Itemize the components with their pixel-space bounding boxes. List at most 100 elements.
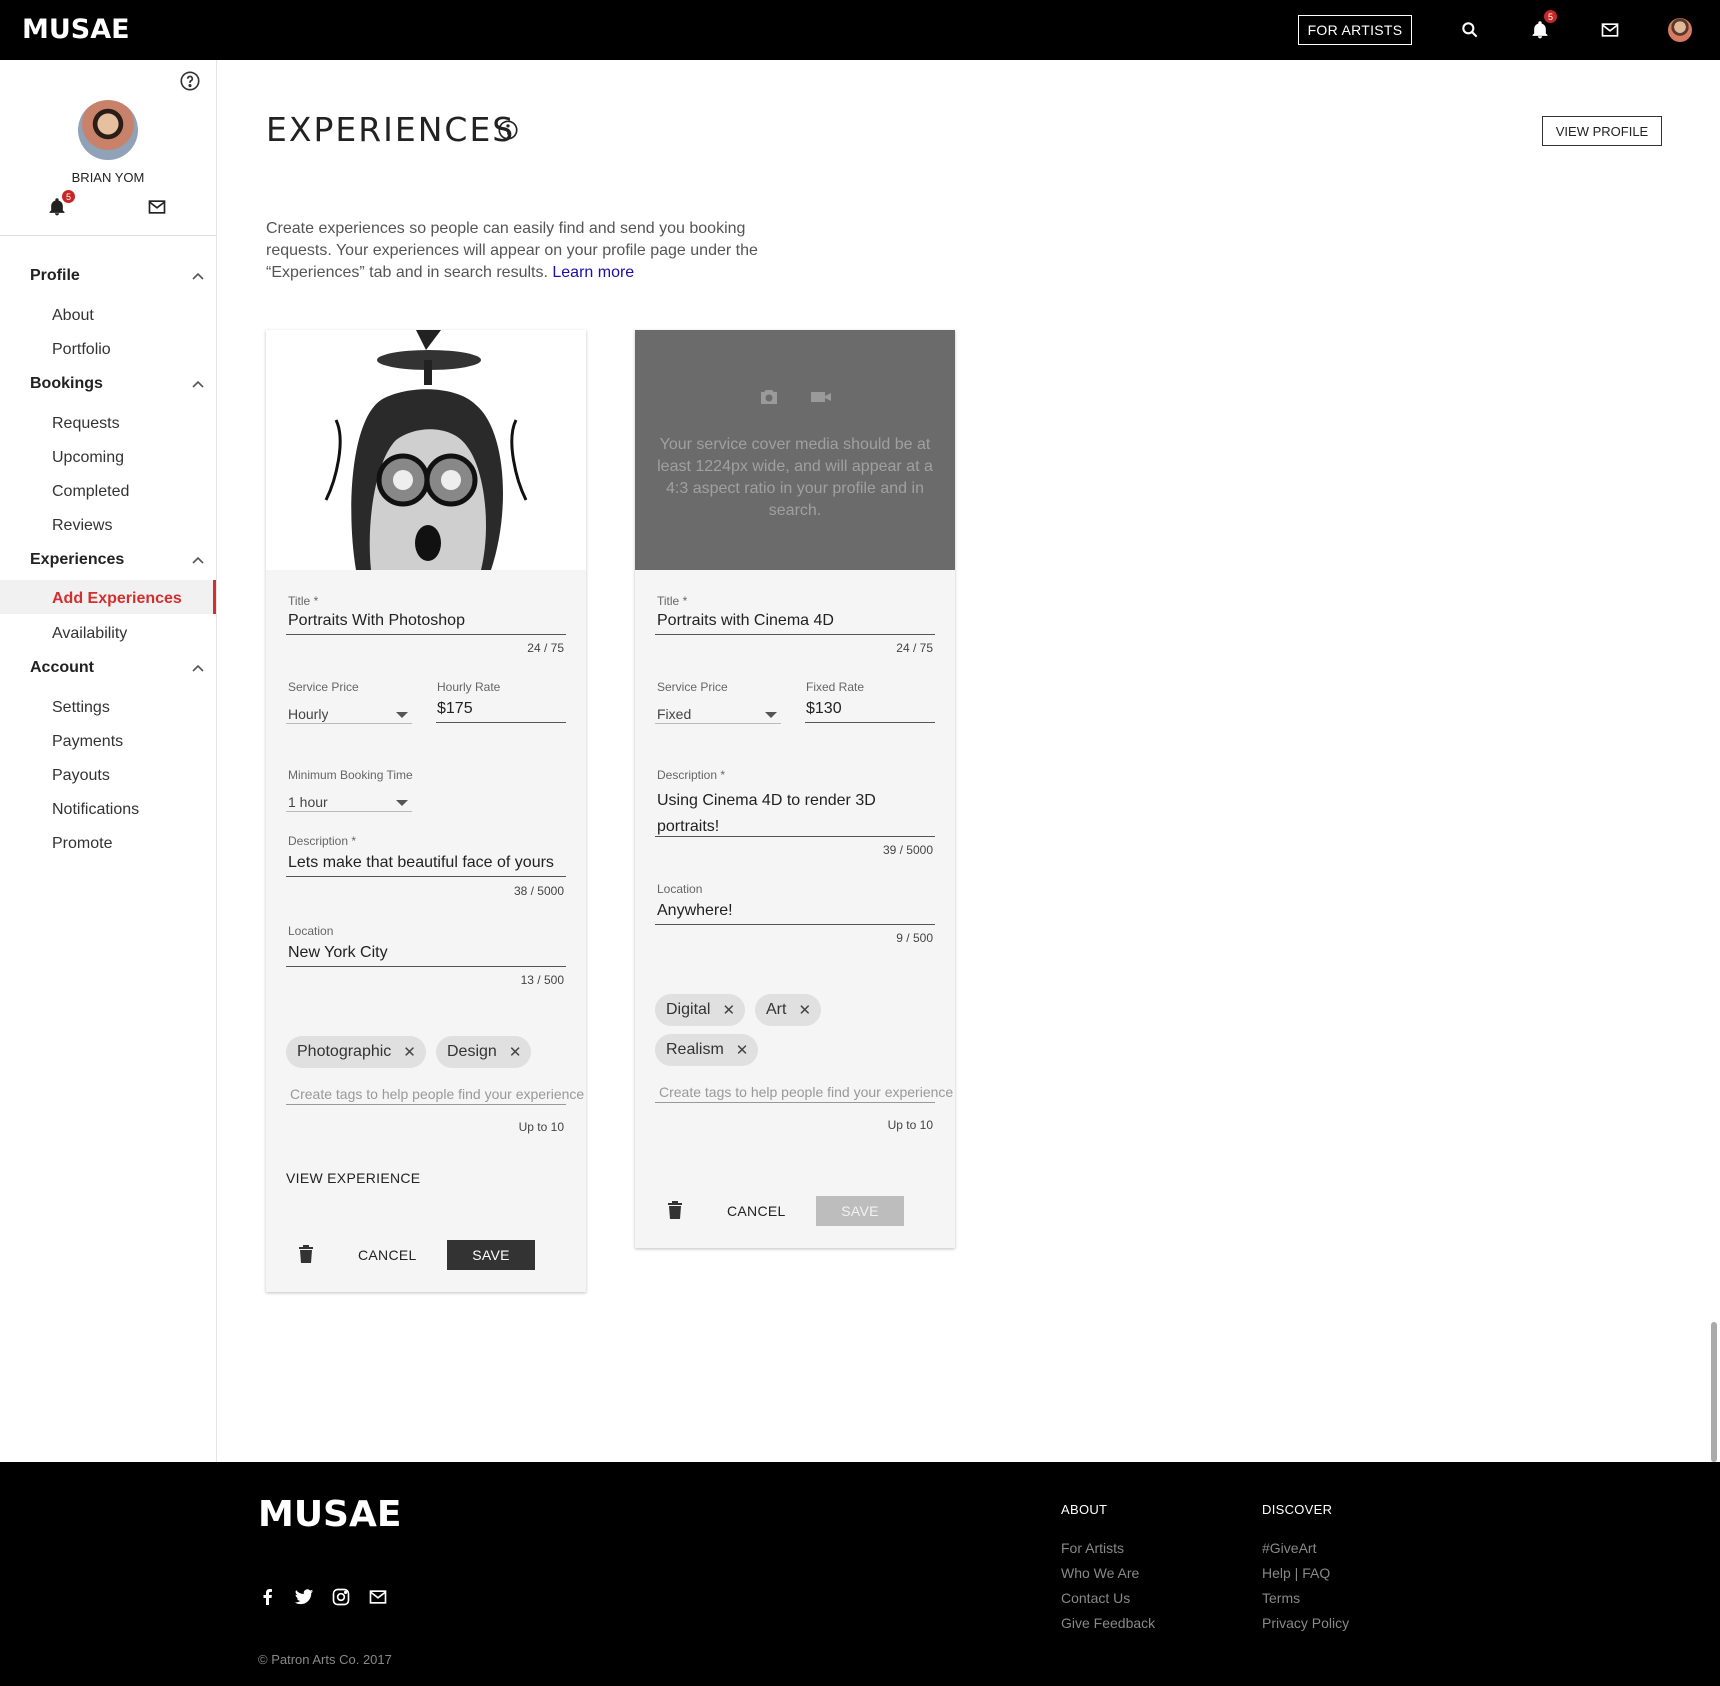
tag-chip[interactable]: Realism ✕: [655, 1034, 759, 1066]
location-input[interactable]: New York City: [288, 944, 564, 962]
footer-logo[interactable]: MUSAE: [258, 1494, 401, 1535]
page-scrollbar[interactable]: [1711, 1322, 1717, 1462]
nav-section-experiences[interactable]: Experiences: [30, 551, 124, 569]
save-button[interactable]: SAVE: [447, 1240, 535, 1270]
close-icon[interactable]: ✕: [798, 1001, 811, 1019]
view-profile-button[interactable]: VIEW PROFILE: [1542, 116, 1662, 146]
cover-media-hint: Your service cover media should be at le…: [657, 436, 933, 519]
twitter-icon[interactable]: [294, 1587, 314, 1607]
nav-section-profile[interactable]: Profile: [30, 267, 80, 285]
camera-icon[interactable]: [757, 385, 781, 409]
profile-avatar[interactable]: [78, 100, 138, 160]
footer-link-privacy-policy[interactable]: Privacy Policy: [1262, 1615, 1349, 1631]
sidebar-mail-icon[interactable]: [147, 197, 169, 219]
rate-input[interactable]: $175: [437, 700, 473, 718]
nav-item-settings[interactable]: Settings: [52, 699, 110, 717]
title-underline: [286, 634, 566, 635]
footer-link-who-we-are[interactable]: Who We Are: [1061, 1565, 1139, 1581]
rate-input[interactable]: $130: [806, 700, 842, 718]
footer-link-giveart[interactable]: #GiveArt: [1262, 1540, 1316, 1556]
title-label: Title *: [288, 594, 319, 608]
nav-section-bookings[interactable]: Bookings: [30, 375, 103, 393]
min-booking-select[interactable]: 1 hour: [288, 794, 328, 810]
footer-link-contact-us[interactable]: Contact Us: [1061, 1590, 1130, 1606]
close-icon[interactable]: ✕: [509, 1043, 522, 1061]
facebook-icon[interactable]: [258, 1587, 278, 1607]
help-icon[interactable]: [179, 70, 201, 92]
service-price-select[interactable]: Fixed: [657, 706, 691, 722]
cancel-button[interactable]: CANCEL: [358, 1247, 417, 1263]
cover-media-upload[interactable]: Your service cover media should be at le…: [635, 330, 955, 570]
close-icon[interactable]: ✕: [736, 1041, 749, 1059]
nav-item-reviews[interactable]: Reviews: [52, 517, 112, 535]
for-artists-button[interactable]: FOR ARTISTS: [1298, 15, 1412, 45]
nav-section-account[interactable]: Account: [30, 659, 94, 677]
video-camera-icon[interactable]: [809, 385, 833, 409]
dropdown-arrow-icon[interactable]: [396, 712, 408, 718]
mail-icon[interactable]: [368, 1587, 388, 1607]
tag-chip[interactable]: Design ✕: [436, 1036, 532, 1068]
close-icon[interactable]: ✕: [722, 1001, 735, 1019]
sidebar-bell-icon[interactable]: 5: [47, 190, 75, 219]
title-input[interactable]: Portraits With Photoshop: [288, 612, 564, 630]
info-icon[interactable]: [497, 119, 519, 141]
location-input[interactable]: Anywhere!: [657, 902, 933, 920]
musae-logo[interactable]: MUSAE: [22, 14, 130, 45]
instagram-icon[interactable]: [331, 1587, 351, 1607]
top-navbar: MUSAE FOR ARTISTS 5: [0, 0, 1720, 60]
footer-link-for-artists[interactable]: For Artists: [1061, 1540, 1124, 1556]
notifications-bell-icon[interactable]: 5: [1528, 10, 1557, 42]
tag-chip[interactable]: Digital ✕: [655, 994, 746, 1026]
trash-icon[interactable]: [298, 1245, 316, 1265]
footer: MUSAE © Patron Arts Co. 2017 ABOUT For A…: [0, 1462, 1720, 1686]
nav-item-payments[interactable]: Payments: [52, 733, 123, 751]
title-label-text: Title: [657, 594, 680, 608]
title-input[interactable]: Portraits with Cinema 4D: [657, 612, 933, 630]
trash-icon[interactable]: [667, 1201, 685, 1221]
search-icon[interactable]: [1458, 18, 1482, 42]
nav-item-portfolio[interactable]: Portfolio: [52, 341, 111, 359]
nav-item-about[interactable]: About: [52, 307, 94, 325]
dropdown-arrow-icon[interactable]: [396, 800, 408, 806]
nav-item-availability[interactable]: Availability: [52, 625, 127, 643]
nav-item-notifications[interactable]: Notifications: [52, 801, 139, 819]
chevron-up-icon[interactable]: [191, 553, 205, 567]
nav-item-completed[interactable]: Completed: [52, 483, 129, 501]
learn-more-link[interactable]: Learn more: [552, 264, 634, 281]
save-button-disabled[interactable]: SAVE: [816, 1196, 904, 1226]
tag-label: Digital: [666, 1001, 711, 1018]
nav-item-payouts[interactable]: Payouts: [52, 767, 110, 785]
footer-link-terms[interactable]: Terms: [1262, 1590, 1300, 1606]
experience-card: Your service cover media should be at le…: [635, 330, 955, 1248]
mail-icon[interactable]: [1598, 18, 1622, 42]
nav-item-promote[interactable]: Promote: [52, 835, 112, 853]
tag-underline: [655, 1102, 935, 1103]
nav-item-add-experiences[interactable]: Add Experiences: [52, 590, 182, 608]
experience-cover-image[interactable]: [266, 330, 586, 570]
rate-underline: [436, 722, 566, 723]
chevron-up-icon[interactable]: [191, 269, 205, 283]
description-input[interactable]: Lets make that beautiful face of yours: [288, 854, 566, 872]
chevron-up-icon[interactable]: [191, 661, 205, 675]
tag-input[interactable]: Create tags to help people find your exp…: [659, 1084, 955, 1100]
dropdown-arrow-icon[interactable]: [765, 712, 777, 718]
sidebar-divider: [0, 235, 216, 236]
cancel-button[interactable]: CANCEL: [727, 1203, 786, 1219]
intro-text: Create experiences so people can easily …: [266, 218, 786, 284]
footer-link-give-feedback[interactable]: Give Feedback: [1061, 1615, 1155, 1631]
copyright: © Patron Arts Co. 2017: [258, 1652, 392, 1667]
chevron-up-icon[interactable]: [191, 377, 205, 391]
nav-item-requests[interactable]: Requests: [52, 415, 120, 433]
tag-input[interactable]: Create tags to help people find your exp…: [290, 1086, 586, 1102]
location-counter: 9 / 500: [896, 931, 933, 945]
tag-chip[interactable]: Photographic ✕: [286, 1036, 426, 1068]
view-experience-button[interactable]: VIEW EXPERIENCE: [286, 1170, 420, 1186]
description-input[interactable]: Using Cinema 4D to render 3D portraits!: [657, 788, 887, 840]
tag-label: Realism: [666, 1041, 724, 1058]
service-price-select[interactable]: Hourly: [288, 706, 328, 722]
footer-link-help-faq[interactable]: Help | FAQ: [1262, 1565, 1330, 1581]
user-avatar-menu[interactable]: [1668, 18, 1692, 42]
nav-item-upcoming[interactable]: Upcoming: [52, 449, 124, 467]
close-icon[interactable]: ✕: [403, 1043, 416, 1061]
tag-chip[interactable]: Art ✕: [755, 994, 822, 1026]
